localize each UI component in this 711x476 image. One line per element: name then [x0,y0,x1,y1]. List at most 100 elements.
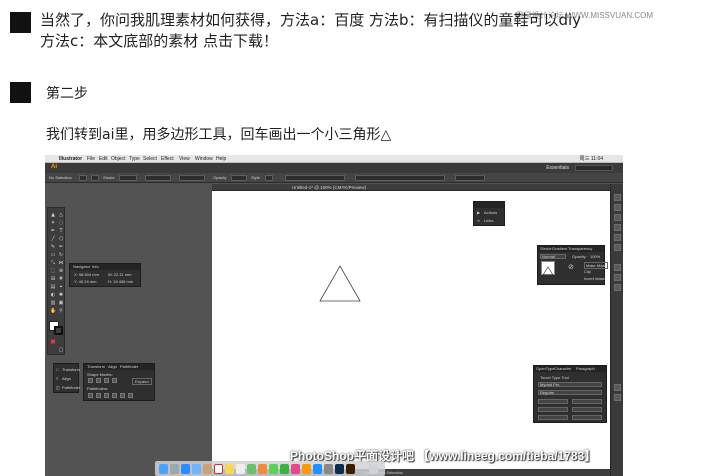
symbol-sprayer-tool-icon[interactable]: ✺ [58,292,64,298]
facetime-icon[interactable] [280,464,289,474]
messages-icon[interactable] [269,464,278,474]
libraries-panel-icon[interactable] [614,384,621,391]
stroke-weight-field[interactable] [119,175,137,181]
swatches-panel-icon[interactable] [614,214,621,221]
screen-mode-icon[interactable]: ▢ [58,347,64,353]
graphic-styles-icon[interactable] [614,244,621,251]
direct-selection-tool-icon[interactable]: △ [58,212,64,218]
perspective-tool-icon[interactable]: ⊞ [50,276,56,282]
tab-transform[interactable]: Transform [87,364,105,370]
graph-tool-icon[interactable]: ▥ [50,300,56,306]
tab-opentype[interactable]: OpenType [536,366,554,372]
triangle-shape[interactable] [319,265,361,303]
opacity-value[interactable]: 100% [590,254,600,259]
width-tool-icon[interactable]: ⋈ [58,260,64,266]
shape-builder-tool-icon[interactable]: ⊕ [58,268,64,274]
photos-icon[interactable] [258,464,267,474]
appearance-panel-icon[interactable] [614,264,621,271]
artboards-panel-icon[interactable] [614,284,621,291]
symbols-panel-icon[interactable] [614,234,621,241]
color-guide-icon[interactable] [614,204,621,211]
calendar-icon[interactable] [214,464,223,474]
finder-icon[interactable] [159,464,168,474]
arrange-controls[interactable] [455,175,485,181]
crop-button[interactable] [112,393,117,398]
touch-type-button[interactable]: Touch Type Tool [540,375,569,380]
app-store-icon[interactable] [313,464,322,474]
type-tool-icon[interactable]: T [58,228,64,234]
stroke-swatch-control[interactable] [91,175,99,181]
transform-controls[interactable] [355,175,445,181]
invert-mask-checkbox[interactable]: Invert Mask [584,276,605,281]
asset-export-icon[interactable] [614,394,621,401]
pencil-tool-icon[interactable]: ✏ [58,244,64,250]
tab-align[interactable]: Align [108,364,117,370]
stock-search-input[interactable] [575,165,613,171]
minus-front-button[interactable] [96,378,101,383]
menu-type[interactable]: Type [129,155,140,163]
merge-button[interactable] [104,393,109,398]
eyedropper-tool-icon[interactable]: ⌖ [58,284,64,290]
baseline-field[interactable] [572,415,602,420]
menu-select[interactable]: Select [143,155,157,163]
divide-button[interactable] [88,393,93,398]
menu-edit[interactable]: Edit [99,155,108,163]
kerning-field[interactable] [538,407,568,412]
polygon-tool-icon[interactable]: ⬡ [58,236,64,242]
scale-tool-icon[interactable]: ⤡ [50,260,56,266]
variable-width-dropdown[interactable] [145,175,171,181]
ibooks-icon[interactable] [302,464,311,474]
expand-button[interactable]: Expand [132,378,152,385]
color-mode-icon[interactable]: ■ [50,339,56,345]
line-tool-icon[interactable]: ╱ [50,236,56,242]
menu-effect[interactable]: Effect [161,155,174,163]
maps-icon[interactable] [247,464,256,474]
menu-file[interactable]: File [87,155,95,163]
menu-view[interactable]: View [179,155,190,163]
make-mask-button[interactable]: Make Mask [584,262,609,269]
tab-character[interactable]: Character [554,366,572,372]
reminders-icon[interactable] [236,464,245,474]
tab-paragraph[interactable]: Paragraph [576,366,595,372]
eraser-tool-icon[interactable]: ▭ [50,252,56,258]
trim-button[interactable] [96,393,101,398]
photoshop-icon[interactable] [335,464,344,474]
trash-icon[interactable] [369,464,378,474]
system-preferences-icon[interactable] [324,464,333,474]
notes-icon[interactable] [225,464,234,474]
paintbrush-tool-icon[interactable]: ✎ [50,244,56,250]
workspace-switcher[interactable]: Essentials [546,165,569,171]
lasso-tool-icon[interactable]: ◌ [58,220,64,226]
menu-help[interactable]: Help [216,155,226,163]
unite-button[interactable] [88,378,93,383]
artboard-tool-icon[interactable]: ▣ [58,300,64,306]
exclude-button[interactable] [112,378,117,383]
menu-illustrator[interactable]: Illustrator [59,155,82,163]
brushes-panel-icon[interactable] [614,224,621,231]
tab-navigator[interactable]: Navigator [73,264,90,270]
launchpad-icon[interactable] [170,464,179,474]
safari-icon[interactable] [181,464,190,474]
stroke-swatch[interactable] [54,326,63,335]
tab-pathfinder[interactable]: Pathfinder [120,364,138,370]
tab-stroke[interactable]: Stroke [540,246,552,252]
font-size-field[interactable] [538,399,568,404]
brush-dropdown[interactable] [179,175,205,181]
opacity-field[interactable] [231,175,247,181]
layers-panel-icon[interactable] [614,274,621,281]
zoom-tool-icon[interactable]: ⚲ [58,308,64,314]
artboard[interactable] [212,191,610,469]
contacts-icon[interactable] [203,464,212,474]
menu-object[interactable]: Object [111,155,125,163]
intersect-button[interactable] [104,378,109,383]
actions-item[interactable]: Actions [484,210,497,215]
minus-back-button[interactable] [128,393,133,398]
selection-tool-icon[interactable]: ▲ [50,212,56,218]
itunes-icon[interactable] [291,464,300,474]
mail-icon[interactable] [192,464,201,474]
rotate-tool-icon[interactable]: ↻ [58,252,64,258]
gradient-tool-icon[interactable]: ▤ [50,284,56,290]
hand-tool-icon[interactable]: ✋ [50,308,56,314]
pathfinder-item[interactable]: Pathfinder [62,385,80,390]
scale-field[interactable] [538,415,568,420]
